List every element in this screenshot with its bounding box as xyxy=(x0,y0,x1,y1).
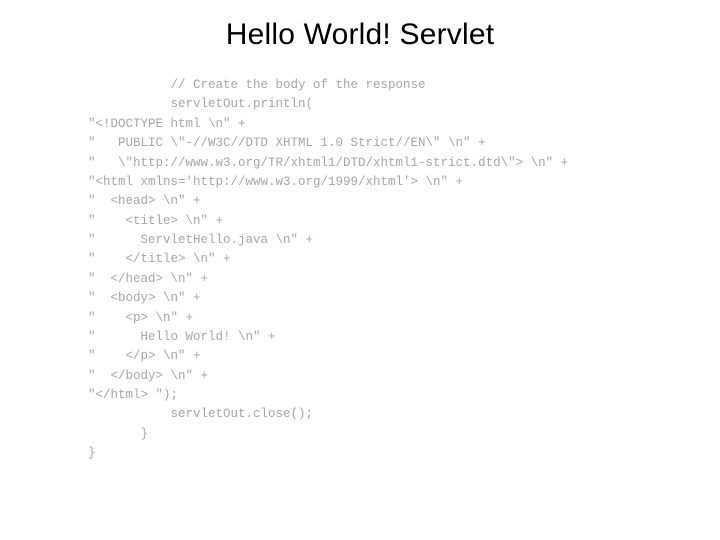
code-line: " <p> \n" + xyxy=(88,309,720,328)
code-line: // Create the body of the response xyxy=(88,76,720,95)
slide-title: Hello World! Servlet xyxy=(0,18,720,52)
code-line: " </p> \n" + xyxy=(88,347,720,366)
slide: Hello World! Servlet // Create the body … xyxy=(0,0,720,540)
code-line: "<!DOCTYPE html \n" + xyxy=(88,115,720,134)
code-line: " PUBLIC \"-//W3C//DTD XHTML 1.0 Strict/… xyxy=(88,134,720,153)
code-line: " <title> \n" + xyxy=(88,212,720,231)
code-line: } xyxy=(88,425,720,444)
code-line: " <head> \n" + xyxy=(88,192,720,211)
code-line: " ServletHello.java \n" + xyxy=(88,231,720,250)
code-line: " </head> \n" + xyxy=(88,270,720,289)
code-line: servletOut.println( xyxy=(88,95,720,114)
code-line: } xyxy=(88,444,720,463)
code-line: "</html> "); xyxy=(88,386,720,405)
code-line: " <body> \n" + xyxy=(88,289,720,308)
code-line: " Hello World! \n" + xyxy=(88,328,720,347)
code-line: servletOut.close(); xyxy=(88,405,720,424)
code-line: " </title> \n" + xyxy=(88,250,720,269)
code-line: " \"http://www.w3.org/TR/xhtml1/DTD/xhtm… xyxy=(88,154,720,173)
code-block: // Create the body of the response servl… xyxy=(0,76,720,464)
code-line: "<html xmlns='http://www.w3.org/1999/xht… xyxy=(88,173,720,192)
code-line: " </body> \n" + xyxy=(88,367,720,386)
